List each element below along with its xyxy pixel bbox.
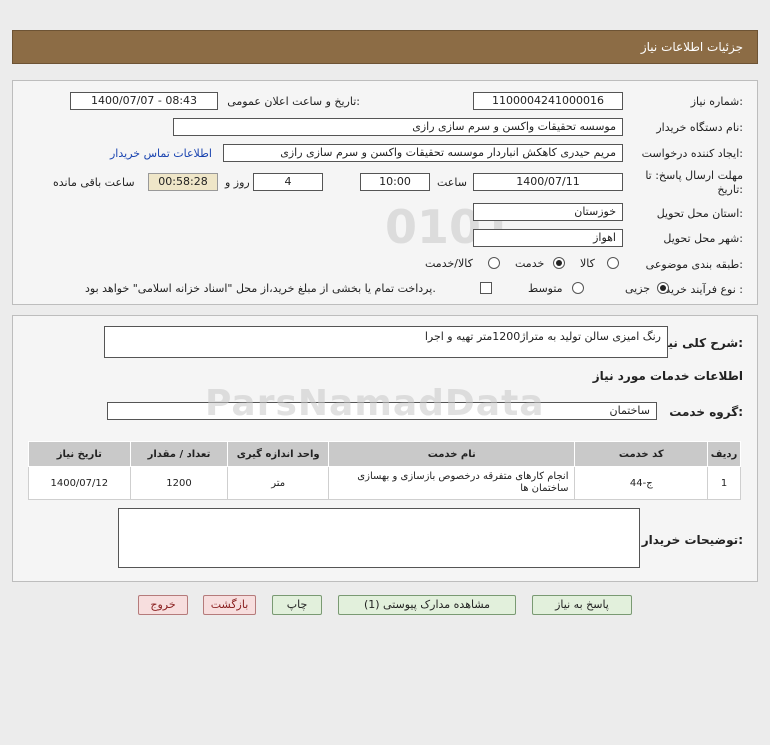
col-header-service-name: نام خدمت bbox=[327, 441, 576, 467]
buyer-notes-field bbox=[118, 508, 640, 568]
cell-date: 1400/07/12 bbox=[28, 466, 131, 500]
summary-label: شرح کلی نیاز: bbox=[657, 336, 743, 350]
cell-row-number: 1 bbox=[707, 466, 741, 500]
summary-field: رنگ امیزی سالن تولید به متراژ1200متر تهی… bbox=[104, 326, 668, 358]
summary-text: رنگ امیزی سالن تولید به متراژ1200متر تهی… bbox=[424, 330, 661, 343]
creator-field: مریم حیدری کاهکش انباردار موسسه تحقیقات … bbox=[223, 144, 623, 162]
services-table: تاریخ نیاز تعداد / مقدار واحد اندازه گیر… bbox=[28, 441, 741, 500]
category-label: طبقه بندی موضوعی: bbox=[645, 258, 743, 271]
col-header-row-number: ردیف bbox=[707, 441, 741, 467]
category-option-both: کالا/خدمت bbox=[425, 257, 473, 270]
need-number-label: شماره نیاز: bbox=[690, 95, 743, 108]
attachments-button[interactable]: مشاهده مدارک پیوستی (1) bbox=[338, 595, 516, 615]
treasury-payment-note: پرداخت تمام یا بخشی از مبلغ خرید،از محل … bbox=[85, 282, 436, 295]
province-label: استان محل تحویل: bbox=[656, 207, 743, 220]
need-info-panel bbox=[12, 80, 758, 305]
treasury-payment-checkbox[interactable] bbox=[480, 282, 492, 294]
cell-service-name: انجام کارهای متفرقه درخصوص بازسازی و بهس… bbox=[327, 466, 576, 500]
announce-label: تاریخ و ساعت اعلان عمومی: bbox=[227, 95, 360, 108]
time-label: ساعت bbox=[437, 176, 467, 189]
purchase-type-label: نوع فرآیند خرید : bbox=[665, 283, 743, 296]
col-header-unit: واحد اندازه گیری bbox=[227, 441, 329, 467]
category-option-goods: کالا bbox=[580, 257, 595, 270]
purchase-radio-medium[interactable] bbox=[572, 282, 584, 294]
page-title: جزئیات اطلاعات نیاز bbox=[640, 40, 743, 54]
remaining-time-field: 00:58:28 bbox=[148, 173, 218, 191]
category-radio-both[interactable] bbox=[488, 257, 500, 269]
deadline-time-field: 10:00 bbox=[360, 173, 430, 191]
services-section-title: اطلاعات خدمات مورد نیاز bbox=[592, 369, 743, 383]
category-radio-service[interactable] bbox=[553, 257, 565, 269]
need-number-field: 1100004241000016 bbox=[473, 92, 623, 110]
category-option-service: خدمت bbox=[515, 257, 545, 270]
cell-unit: متر bbox=[227, 466, 329, 500]
deadline-label-2: تاریخ: bbox=[717, 183, 743, 196]
col-header-service-code: کد خدمت bbox=[574, 441, 709, 467]
col-header-quantity: تعداد / مقدار bbox=[129, 441, 229, 467]
exit-button[interactable]: خروج bbox=[138, 595, 188, 615]
buyer-org-field: موسسه تحقیقات واکسن و سرم سازی رازی bbox=[173, 118, 623, 136]
page-header: جزئیات اطلاعات نیاز bbox=[12, 30, 758, 64]
buyer-notes-label: توضیحات خریدار: bbox=[641, 533, 743, 547]
contact-buyer-link[interactable]: اطلاعات تماس خریدار bbox=[110, 147, 212, 160]
purchase-option-minor: جزیی bbox=[625, 282, 651, 295]
creator-label: ایجاد کننده درخواست: bbox=[641, 147, 743, 160]
table-row: 1400/07/12 1200 متر انجام کارهای متفرقه … bbox=[28, 466, 741, 500]
announce-field: 1400/07/07 - 08:43 bbox=[70, 92, 218, 110]
purchase-radio-minor[interactable] bbox=[657, 282, 669, 294]
purchase-option-medium: متوسط bbox=[528, 282, 563, 295]
category-radio-goods[interactable] bbox=[607, 257, 619, 269]
col-header-date: تاریخ نیاز bbox=[28, 441, 131, 467]
remaining-label: ساعت باقی مانده bbox=[53, 176, 135, 189]
service-group-label: گروه خدمت: bbox=[669, 405, 743, 419]
print-button[interactable]: چاپ bbox=[272, 595, 322, 615]
deadline-date-field: 1400/07/11 bbox=[473, 173, 623, 191]
province-field: خوزستان bbox=[473, 203, 623, 221]
days-field: 4 bbox=[253, 173, 323, 191]
cell-quantity: 1200 bbox=[129, 466, 229, 500]
buyer-org-label: نام دستگاه خریدار: bbox=[656, 121, 743, 134]
table-header-row: تاریخ نیاز تعداد / مقدار واحد اندازه گیر… bbox=[28, 441, 741, 467]
city-label: شهر محل تحویل: bbox=[663, 232, 743, 245]
city-field: اهواز bbox=[473, 229, 623, 247]
back-button[interactable]: بازگشت bbox=[203, 595, 256, 615]
reply-button[interactable]: پاسخ به نیاز bbox=[532, 595, 632, 615]
days-label: روز و bbox=[225, 176, 250, 189]
deadline-label: مهلت ارسال پاسخ: تا bbox=[645, 169, 743, 182]
cell-service-code: ج-44 bbox=[574, 466, 709, 500]
service-group-field: ساختمان bbox=[107, 402, 657, 420]
